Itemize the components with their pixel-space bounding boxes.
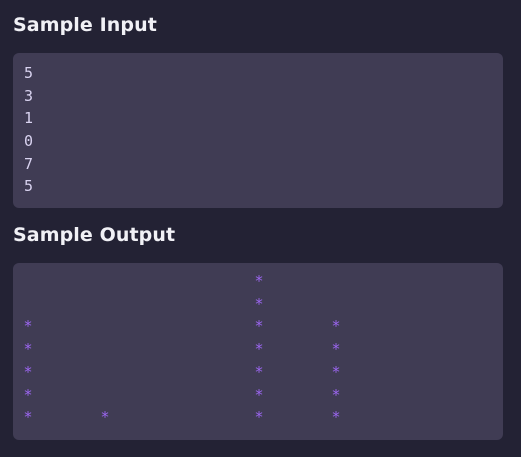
sample-output-histogram: * * * * * * * * * * * * * * * * * *: [13, 263, 503, 440]
input-line: 1: [24, 109, 34, 128]
input-line: 5: [24, 177, 34, 196]
output-star: *: [254, 385, 264, 404]
input-line: 7: [24, 154, 34, 173]
input-line: 0: [24, 132, 34, 151]
sample-output-box: * * * * * * * * * * * * * * * * * *: [13, 263, 503, 440]
output-star: *: [254, 340, 264, 359]
output-star: *: [254, 294, 264, 313]
input-line: 5: [24, 64, 34, 82]
output-star: *: [331, 408, 341, 427]
output-star: *: [100, 408, 110, 427]
output-star: *: [254, 408, 264, 427]
output-star: *: [23, 340, 33, 359]
output-star: *: [23, 408, 33, 427]
sample-input-lines: 5 3 1 0 7 5: [24, 62, 33, 198]
output-star: *: [23, 385, 33, 404]
output-star: *: [254, 362, 264, 381]
output-star: *: [331, 340, 341, 359]
output-star: *: [331, 317, 341, 336]
sample-input-box: 5 3 1 0 7 5: [13, 53, 503, 208]
output-star: *: [23, 317, 33, 336]
output-star: *: [254, 317, 264, 336]
output-star: *: [254, 272, 264, 290]
input-line: 3: [24, 86, 34, 105]
sample-input-heading: Sample Input: [13, 14, 157, 36]
sample-output-heading: Sample Output: [13, 224, 176, 246]
output-star: *: [23, 362, 33, 381]
output-star: *: [331, 362, 341, 381]
output-star: *: [331, 385, 341, 404]
